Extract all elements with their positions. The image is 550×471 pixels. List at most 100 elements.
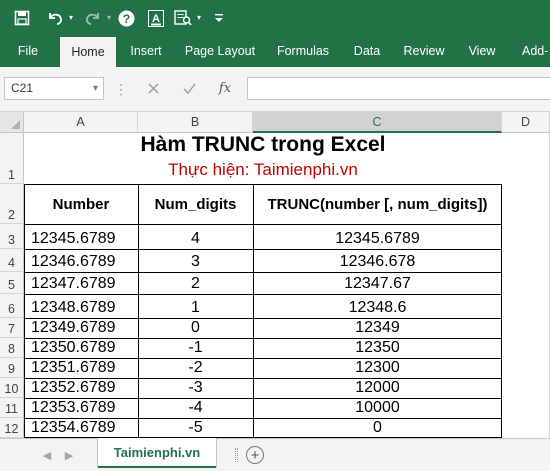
tab-formulas[interactable]: Formulas <box>272 35 334 67</box>
sheet-title: Hàm TRUNC trong Excel <box>140 133 386 156</box>
cell-num-digits[interactable]: 3 <box>138 249 253 272</box>
cell-num-digits[interactable]: -5 <box>138 418 253 438</box>
name-box[interactable]: C21 ▾ <box>4 77 104 100</box>
add-sheet-icon[interactable]: + <box>246 446 264 464</box>
cell-num-digits[interactable]: -2 <box>138 358 253 378</box>
tab-home[interactable]: Home <box>60 37 116 67</box>
table-border <box>24 338 502 339</box>
cell-num-digits[interactable]: 2 <box>138 272 253 294</box>
worksheet-grid: A B C D 1 2 3 4 5 6 7 8 9 10 11 12 Hàm T… <box>0 112 550 438</box>
row-header-10[interactable]: 10 <box>0 378 24 398</box>
cell-trunc-result[interactable]: 10000 <box>253 398 502 418</box>
cell-trunc-result[interactable]: 12346.678 <box>253 249 502 272</box>
undo-dropdown-icon[interactable]: ▾ <box>66 6 76 30</box>
formula-bar-grip-icon[interactable]: ⋮ <box>114 77 128 100</box>
cell-num-digits[interactable]: -3 <box>138 378 253 398</box>
cell-number[interactable]: 12350.6789 <box>24 338 138 358</box>
tab-file[interactable]: File <box>8 35 48 67</box>
table-border <box>24 184 25 438</box>
svg-text:?: ? <box>122 12 129 26</box>
cell-number[interactable]: 12351.6789 <box>24 358 138 378</box>
row-header-6[interactable]: 6 <box>0 294 24 318</box>
undo-icon[interactable] <box>44 6 66 30</box>
sheet-tab-taimienphi[interactable]: Taimienphi.vn <box>98 438 216 468</box>
row-header-3[interactable]: 3 <box>0 224 24 249</box>
cell-number[interactable]: 12345.6789 <box>24 224 138 249</box>
cell-number[interactable]: 12354.6789 <box>24 418 138 438</box>
print-dropdown-icon[interactable]: ▾ <box>194 6 204 30</box>
scroll-left-icon[interactable]: ◀ <box>40 448 54 462</box>
insert-function-icon[interactable]: fx <box>212 77 238 100</box>
table-border <box>24 398 502 399</box>
tab-data[interactable]: Data <box>346 35 388 67</box>
row-header-5[interactable]: 5 <box>0 272 24 294</box>
cell-trunc-result[interactable]: 12347.67 <box>253 272 502 294</box>
cell-number[interactable]: 12347.6789 <box>24 272 138 294</box>
header-cell-trunc[interactable]: TRUNC(number [, num_digits]) <box>253 184 502 224</box>
column-header-d[interactable]: D <box>502 112 550 133</box>
cell-trunc-result[interactable]: 0 <box>253 418 502 438</box>
formula-input[interactable] <box>247 77 550 100</box>
header-cell-number[interactable]: Number <box>24 184 138 224</box>
row-header-2[interactable]: 2 <box>0 184 24 224</box>
quick-access-toolbar: ▾ ▾ ? A ▾ <box>0 0 550 35</box>
tab-page-layout[interactable]: Page Layout <box>180 35 260 67</box>
sheet-subtitle: Thực hiện: Taimienphi.vn <box>168 160 358 179</box>
cell-number[interactable]: 12348.6789 <box>24 294 138 318</box>
cell-num-digits[interactable]: -4 <box>138 398 253 418</box>
enter-icon[interactable] <box>176 77 202 100</box>
cell-trunc-result[interactable]: 12348.6 <box>253 294 502 318</box>
cell-num-digits[interactable]: -1 <box>138 338 253 358</box>
row-header-11[interactable]: 11 <box>0 398 24 418</box>
save-icon[interactable] <box>11 6 33 30</box>
cell-number[interactable]: 12349.6789 <box>24 318 138 338</box>
tab-insert[interactable]: Insert <box>124 35 168 67</box>
row-header-8[interactable]: 8 <box>0 338 24 358</box>
select-all-button[interactable] <box>0 112 24 133</box>
cell-num-digits[interactable]: 0 <box>138 318 253 338</box>
font-color-icon[interactable]: A <box>145 6 167 30</box>
cell-number[interactable]: 12352.6789 <box>24 378 138 398</box>
row-header-1[interactable]: 1 <box>0 133 24 184</box>
column-header-a[interactable]: A <box>24 112 138 133</box>
redo-icon[interactable] <box>82 6 104 30</box>
table-border <box>501 184 502 438</box>
table-border <box>138 184 139 438</box>
cell-trunc-result[interactable]: 12000 <box>253 378 502 398</box>
name-box-dropdown-icon[interactable]: ▾ <box>93 78 98 99</box>
cell-trunc-result[interactable]: 12345.6789 <box>253 224 502 249</box>
redo-dropdown-icon[interactable]: ▾ <box>104 6 114 30</box>
customize-icon[interactable] <box>212 6 226 30</box>
cancel-icon[interactable] <box>140 77 166 100</box>
column-header-c[interactable]: C <box>253 112 502 133</box>
table-border <box>24 224 502 225</box>
table-border <box>24 418 502 419</box>
print-preview-icon[interactable] <box>172 6 194 30</box>
row-header-4[interactable]: 4 <box>0 249 24 272</box>
sheet-tab-bar: ◀ ▶ Taimienphi.vn + <box>0 438 550 471</box>
table-border <box>24 318 502 319</box>
cell-number[interactable]: 12353.6789 <box>24 398 138 418</box>
tab-add-ins[interactable]: Add- <box>514 35 550 67</box>
help-icon[interactable]: ? <box>116 6 136 30</box>
row-header-9[interactable]: 9 <box>0 358 24 378</box>
row-header-7[interactable]: 7 <box>0 318 24 338</box>
table-border <box>24 272 502 273</box>
tab-view[interactable]: View <box>462 35 502 67</box>
cell-trunc-result[interactable]: 12349 <box>253 318 502 338</box>
cell-number[interactable]: 12346.6789 <box>24 249 138 272</box>
header-cell-num-digits[interactable]: Num_digits <box>138 184 253 224</box>
name-box-value: C21 <box>11 81 34 95</box>
cell-num-digits[interactable]: 1 <box>138 294 253 318</box>
cell-num-digits[interactable]: 4 <box>138 224 253 249</box>
formula-bar: C21 ▾ ⋮ fx <box>0 67 550 112</box>
row-header-12[interactable]: 12 <box>0 418 24 438</box>
scroll-right-icon[interactable]: ▶ <box>62 448 76 462</box>
tab-review[interactable]: Review <box>398 35 450 67</box>
table-border <box>24 294 502 295</box>
column-header-b[interactable]: B <box>138 112 253 133</box>
ribbon-tabs: File Home Insert Page Layout Formulas Da… <box>0 35 550 67</box>
tab-split-handle[interactable] <box>235 448 238 462</box>
cell-trunc-result[interactable]: 12300 <box>253 358 502 378</box>
cell-trunc-result[interactable]: 12350 <box>253 338 502 358</box>
